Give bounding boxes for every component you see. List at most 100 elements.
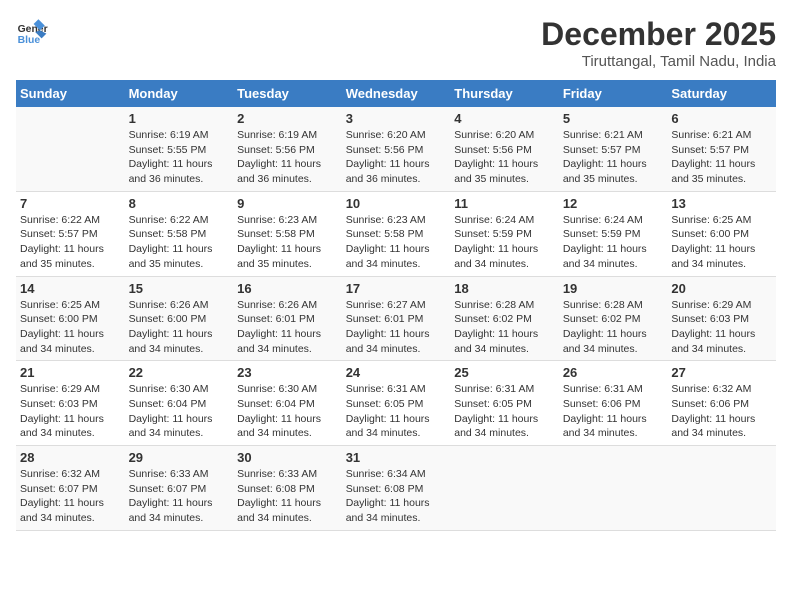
calendar-cell xyxy=(559,446,668,531)
day-header-friday: Friday xyxy=(559,80,668,107)
day-header-monday: Monday xyxy=(125,80,234,107)
day-info: Sunrise: 6:29 AM Sunset: 6:03 PM Dayligh… xyxy=(671,298,772,357)
calendar-cell: 6 Sunrise: 6:21 AM Sunset: 5:57 PM Daylig… xyxy=(667,107,776,191)
day-info: Sunrise: 6:33 AM Sunset: 6:07 PM Dayligh… xyxy=(129,467,230,526)
subtitle: Tiruttangal, Tamil Nadu, India xyxy=(541,53,776,70)
day-number: 24 xyxy=(346,365,447,380)
calendar-cell: 19 Sunrise: 6:28 AM Sunset: 6:02 PM Dayli… xyxy=(559,276,668,361)
day-info: Sunrise: 6:24 AM Sunset: 5:59 PM Dayligh… xyxy=(563,213,664,272)
title-area: December 2025 Tiruttangal, Tamil Nadu, I… xyxy=(541,16,776,70)
day-info: Sunrise: 6:27 AM Sunset: 6:01 PM Dayligh… xyxy=(346,298,447,357)
calendar-cell: 1Sunrise: 6:19 AM Sunset: 5:55 PM Daylig… xyxy=(125,107,234,191)
day-info: Sunrise: 6:32 AM Sunset: 6:07 PM Dayligh… xyxy=(20,467,121,526)
week-row-5: 28 Sunrise: 6:32 AM Sunset: 6:07 PM Dayli… xyxy=(16,446,776,531)
day-info: Sunrise: 6:19 AM Sunset: 5:55 PM Dayligh… xyxy=(129,128,230,187)
week-row-2: 7 Sunrise: 6:22 AM Sunset: 5:57 PM Daylig… xyxy=(16,191,776,276)
logo: General Blue xyxy=(16,16,48,48)
calendar-cell: 3 Sunrise: 6:20 AM Sunset: 5:56 PM Daylig… xyxy=(342,107,451,191)
day-info: Sunrise: 6:34 AM Sunset: 6:08 PM Dayligh… xyxy=(346,467,447,526)
calendar-cell: 10 Sunrise: 6:23 AM Sunset: 5:58 PM Dayli… xyxy=(342,191,451,276)
day-number: 19 xyxy=(563,281,664,296)
day-number: 10 xyxy=(346,196,447,211)
day-number: 3 xyxy=(346,111,447,126)
day-info: Sunrise: 6:28 AM Sunset: 6:02 PM Dayligh… xyxy=(454,298,555,357)
calendar-cell: 12 Sunrise: 6:24 AM Sunset: 5:59 PM Dayli… xyxy=(559,191,668,276)
calendar-cell: 25Sunrise: 6:31 AM Sunset: 6:05 PM Dayli… xyxy=(450,361,559,446)
calendar-cell: 4Sunrise: 6:20 AM Sunset: 5:56 PM Daylig… xyxy=(450,107,559,191)
day-number: 16 xyxy=(237,281,338,296)
day-info: Sunrise: 6:22 AM Sunset: 5:57 PM Dayligh… xyxy=(20,213,121,272)
day-number: 5 xyxy=(563,111,664,126)
calendar-cell: 27 Sunrise: 6:32 AM Sunset: 6:06 PM Dayli… xyxy=(667,361,776,446)
week-row-3: 14 Sunrise: 6:25 AM Sunset: 6:00 PM Dayli… xyxy=(16,276,776,361)
day-number: 6 xyxy=(671,111,772,126)
calendar-cell: 24 Sunrise: 6:31 AM Sunset: 6:05 PM Dayli… xyxy=(342,361,451,446)
day-info: Sunrise: 6:22 AM Sunset: 5:58 PM Dayligh… xyxy=(129,213,230,272)
main-title: December 2025 xyxy=(541,16,776,53)
day-info: Sunrise: 6:20 AM Sunset: 5:56 PM Dayligh… xyxy=(454,128,555,187)
calendar-cell: 26 Sunrise: 6:31 AM Sunset: 6:06 PM Dayli… xyxy=(559,361,668,446)
week-row-1: 1Sunrise: 6:19 AM Sunset: 5:55 PM Daylig… xyxy=(16,107,776,191)
calendar-cell xyxy=(16,107,125,191)
day-number: 31 xyxy=(346,450,447,465)
day-info: Sunrise: 6:28 AM Sunset: 6:02 PM Dayligh… xyxy=(563,298,664,357)
calendar-cell: 20 Sunrise: 6:29 AM Sunset: 6:03 PM Dayli… xyxy=(667,276,776,361)
day-number: 7 xyxy=(20,196,121,211)
day-info: Sunrise: 6:29 AM Sunset: 6:03 PM Dayligh… xyxy=(20,382,121,441)
day-info: Sunrise: 6:21 AM Sunset: 5:57 PM Dayligh… xyxy=(563,128,664,187)
day-info: Sunrise: 6:21 AM Sunset: 5:57 PM Dayligh… xyxy=(671,128,772,187)
day-info: Sunrise: 6:33 AM Sunset: 6:08 PM Dayligh… xyxy=(237,467,338,526)
day-number: 15 xyxy=(129,281,230,296)
day-info: Sunrise: 6:24 AM Sunset: 5:59 PM Dayligh… xyxy=(454,213,555,272)
calendar-cell: 22Sunrise: 6:30 AM Sunset: 6:04 PM Dayli… xyxy=(125,361,234,446)
calendar-cell: 5 Sunrise: 6:21 AM Sunset: 5:57 PM Daylig… xyxy=(559,107,668,191)
day-info: Sunrise: 6:31 AM Sunset: 6:06 PM Dayligh… xyxy=(563,382,664,441)
calendar-cell: 8 Sunrise: 6:22 AM Sunset: 5:58 PM Daylig… xyxy=(125,191,234,276)
day-number: 29 xyxy=(129,450,230,465)
calendar-cell: 23Sunrise: 6:30 AM Sunset: 6:04 PM Dayli… xyxy=(233,361,342,446)
week-row-4: 21 Sunrise: 6:29 AM Sunset: 6:03 PM Dayli… xyxy=(16,361,776,446)
day-header-thursday: Thursday xyxy=(450,80,559,107)
day-info: Sunrise: 6:23 AM Sunset: 5:58 PM Dayligh… xyxy=(346,213,447,272)
day-info: Sunrise: 6:19 AM Sunset: 5:56 PM Dayligh… xyxy=(237,128,338,187)
calendar-cell: 2 Sunrise: 6:19 AM Sunset: 5:56 PM Daylig… xyxy=(233,107,342,191)
day-info: Sunrise: 6:26 AM Sunset: 6:01 PM Dayligh… xyxy=(237,298,338,357)
day-info: Sunrise: 6:26 AM Sunset: 6:00 PM Dayligh… xyxy=(129,298,230,357)
day-number: 27 xyxy=(671,365,772,380)
day-info: Sunrise: 6:31 AM Sunset: 6:05 PM Dayligh… xyxy=(346,382,447,441)
day-header-saturday: Saturday xyxy=(667,80,776,107)
calendar-table: SundayMondayTuesdayWednesdayThursdayFrid… xyxy=(16,80,776,531)
day-number: 8 xyxy=(129,196,230,211)
day-info: Sunrise: 6:23 AM Sunset: 5:58 PM Dayligh… xyxy=(237,213,338,272)
day-number: 21 xyxy=(20,365,121,380)
day-number: 2 xyxy=(237,111,338,126)
day-number: 20 xyxy=(671,281,772,296)
header-area: General Blue December 2025 Tiruttangal, … xyxy=(16,16,776,70)
day-number: 18 xyxy=(454,281,555,296)
calendar-cell: 17Sunrise: 6:27 AM Sunset: 6:01 PM Dayli… xyxy=(342,276,451,361)
day-number: 12 xyxy=(563,196,664,211)
calendar-cell: 18 Sunrise: 6:28 AM Sunset: 6:02 PM Dayli… xyxy=(450,276,559,361)
calendar-cell: 28 Sunrise: 6:32 AM Sunset: 6:07 PM Dayli… xyxy=(16,446,125,531)
calendar-cell: 30Sunrise: 6:33 AM Sunset: 6:08 PM Dayli… xyxy=(233,446,342,531)
day-header-tuesday: Tuesday xyxy=(233,80,342,107)
calendar-cell: 7 Sunrise: 6:22 AM Sunset: 5:57 PM Daylig… xyxy=(16,191,125,276)
day-number: 28 xyxy=(20,450,121,465)
calendar-cell: 13Sunrise: 6:25 AM Sunset: 6:00 PM Dayli… xyxy=(667,191,776,276)
day-number: 26 xyxy=(563,365,664,380)
calendar-cell: 14 Sunrise: 6:25 AM Sunset: 6:00 PM Dayli… xyxy=(16,276,125,361)
calendar-cell: 29 Sunrise: 6:33 AM Sunset: 6:07 PM Dayli… xyxy=(125,446,234,531)
logo-icon: General Blue xyxy=(16,16,48,48)
day-number: 14 xyxy=(20,281,121,296)
day-info: Sunrise: 6:25 AM Sunset: 6:00 PM Dayligh… xyxy=(20,298,121,357)
day-number: 13 xyxy=(671,196,772,211)
calendar-cell: 9 Sunrise: 6:23 AM Sunset: 5:58 PM Daylig… xyxy=(233,191,342,276)
day-info: Sunrise: 6:30 AM Sunset: 6:04 PM Dayligh… xyxy=(129,382,230,441)
day-header-sunday: Sunday xyxy=(16,80,125,107)
calendar-cell xyxy=(667,446,776,531)
day-number: 11 xyxy=(454,196,555,211)
calendar-cell xyxy=(450,446,559,531)
day-info: Sunrise: 6:20 AM Sunset: 5:56 PM Dayligh… xyxy=(346,128,447,187)
day-number: 9 xyxy=(237,196,338,211)
day-info: Sunrise: 6:32 AM Sunset: 6:06 PM Dayligh… xyxy=(671,382,772,441)
